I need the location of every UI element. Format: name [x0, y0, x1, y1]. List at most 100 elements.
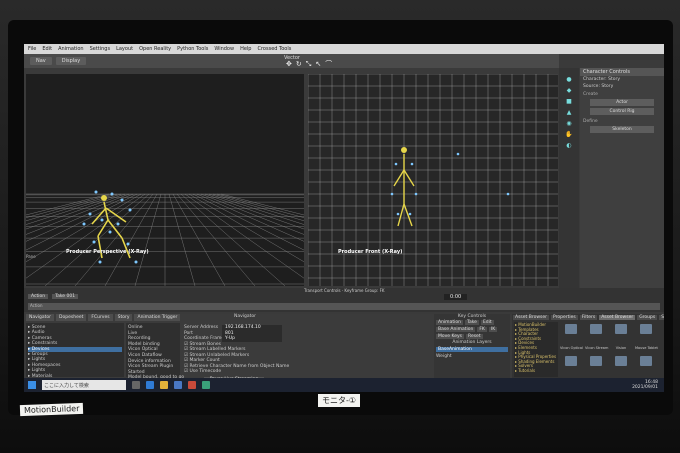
pose-icon[interactable]: ◆: [567, 87, 572, 94]
key-control-button[interactable]: Edit: [480, 320, 494, 325]
floor-grid-line: [44, 193, 150, 286]
motionbuilder-icon[interactable]: [202, 381, 210, 389]
skeleton-head: [401, 147, 407, 153]
key-control-button[interactable]: Reset: [466, 334, 483, 339]
floor-grid-line: [172, 193, 226, 286]
move-icon[interactable]: ✥: [286, 61, 292, 68]
resources-tab[interactable]: Asset Browser: [513, 315, 549, 320]
transport-title: Transport Controls · Keyframe Group: FK: [304, 288, 385, 293]
device-icon: [590, 324, 602, 334]
scale-icon[interactable]: ⤡: [306, 61, 312, 68]
prop-value-field[interactable]: Y-Up: [222, 336, 282, 342]
windows-start-icon[interactable]: [28, 381, 36, 389]
bottom-panels: Navigator Dopesheet FCurves Story Animation …: [24, 314, 664, 392]
menu-item-8[interactable]: Help: [240, 46, 251, 52]
resources-tab[interactable]: Asset Browser: [599, 315, 636, 320]
floor-grid-line: [134, 193, 162, 286]
key-control-button[interactable]: Base Animation: [436, 327, 476, 332]
floor-grid-line: [192, 193, 304, 251]
device-icon: [615, 324, 627, 334]
front-viewport[interactable]: Producer Front (X-Ray): [308, 74, 558, 286]
rotate-icon[interactable]: ↻: [296, 61, 302, 68]
windows-taskbar: ここに入力して検索 16:48 2021/09/01: [24, 378, 664, 392]
marker-point: [126, 242, 130, 246]
actor-button[interactable]: Actor: [590, 99, 654, 106]
source-row: Source: Story: [583, 84, 614, 89]
action-dropdown[interactable]: Action: [28, 294, 49, 299]
character-row: Character: Story: [583, 77, 620, 82]
rig-icon[interactable]: ◉: [566, 120, 571, 127]
timeline-slider[interactable]: Action: [28, 303, 660, 310]
hand-icon[interactable]: ✋: [565, 131, 572, 138]
asset-tile[interactable]: Vicon Stream: [585, 324, 609, 353]
menu-item-7[interactable]: Window: [214, 46, 234, 52]
sticker-monitor: モニタ-①: [318, 394, 361, 407]
stream-option-checkbox[interactable]: ☑ Use Timecode: [184, 369, 428, 375]
device-status-list: Online Live Recording Model binding Vicon Op…: [126, 323, 184, 380]
nav-button[interactable]: Nav: [30, 57, 52, 65]
front-label: Producer Front (X-Ray): [338, 249, 403, 255]
timecode-field[interactable]: 0:00: [444, 294, 468, 300]
asset-folder[interactable]: ▸ Tutorials: [515, 368, 557, 374]
key-control-button[interactable]: Animation: [436, 320, 463, 325]
character-icon[interactable]: ●: [566, 76, 571, 83]
asset-tile[interactable]: Vision: [610, 324, 632, 353]
create-section: Create: [583, 92, 598, 97]
display-button[interactable]: Display: [55, 57, 87, 65]
menu-item-9[interactable]: Crossed Tools: [257, 46, 291, 52]
arc-icon[interactable]: ⌒: [325, 61, 332, 68]
retarget-icon[interactable]: ▲: [567, 109, 572, 116]
marker-point: [506, 192, 510, 196]
task-view-icon[interactable]: [132, 381, 140, 389]
explorer-icon[interactable]: [160, 381, 168, 389]
control-rig-button[interactable]: Control Rig: [590, 108, 654, 115]
resources-panel: Asset Browser Properties Filters Asset Brow…: [512, 314, 664, 392]
skeleton-bone: [107, 219, 123, 239]
floor-grid-line: [74, 193, 154, 286]
character-value[interactable]: Story: [608, 77, 620, 82]
asset-tile[interactable]: Mouse Tablet: [635, 324, 658, 353]
take-dropdown[interactable]: Take 001: [52, 294, 79, 299]
perspective-viewport[interactable]: Producer Perspective (X-Ray): [26, 74, 304, 286]
key-control-button[interactable]: Take: [464, 320, 479, 325]
menu-item-0[interactable]: File: [28, 46, 36, 52]
skeleton-button[interactable]: Skeleton: [590, 126, 654, 133]
transport-controls: Transport Controls · Keyframe Group: FK …: [24, 288, 664, 312]
tab-3[interactable]: Story: [114, 314, 133, 321]
tab-0[interactable]: Navigator: [26, 314, 55, 321]
key-control-button[interactable]: IK: [488, 327, 498, 332]
source-value[interactable]: Story: [601, 84, 613, 89]
tab-2[interactable]: FCurves: [88, 314, 113, 321]
marker-point: [98, 260, 102, 264]
key-control-button[interactable]: Move Keys: [436, 334, 465, 339]
menu-item-5[interactable]: Open Reality: [139, 46, 171, 52]
resources-tab[interactable]: Groups: [637, 315, 658, 320]
navigator-tabs: Navigator Dopesheet FCurves Story Animation …: [26, 314, 181, 321]
asset-tile-label: Vicon Stream: [585, 346, 609, 350]
key-control-button[interactable]: FK: [477, 327, 487, 332]
tab-4[interactable]: Animation Trigger: [134, 314, 181, 321]
menu-item-6[interactable]: Python Tools: [177, 46, 208, 52]
foot-icon[interactable]: ◐: [566, 142, 571, 149]
menu-item-4[interactable]: Layout: [116, 46, 133, 52]
tab-1[interactable]: Dopesheet: [56, 314, 87, 321]
taskbar-search[interactable]: ここに入力して検索: [42, 380, 126, 390]
edge-icon[interactable]: [146, 381, 154, 389]
select-icon[interactable]: ↖: [315, 61, 321, 68]
asset-tile[interactable]: Vicon Optical: [560, 324, 583, 353]
resources-tab[interactable]: Sets: [659, 315, 664, 320]
mail-icon[interactable]: [188, 381, 196, 389]
resources-tab[interactable]: Filters: [579, 315, 598, 320]
character-controls-panel: Character Controls Character: Story Sour…: [580, 68, 664, 290]
floor-grid-line: [204, 193, 304, 230]
menu-item-1[interactable]: Edit: [42, 46, 52, 52]
store-icon[interactable]: [174, 381, 182, 389]
menu-item-2[interactable]: Animation: [58, 46, 84, 52]
marker-point: [88, 212, 92, 216]
menu-item-3[interactable]: Settings: [90, 46, 111, 52]
keying-icon[interactable]: ■: [566, 98, 572, 105]
floor-grid-line: [26, 193, 126, 230]
resources-tab[interactable]: Properties: [550, 315, 578, 320]
key-modes: Base Animation FK IK: [434, 326, 510, 333]
layer-row[interactable]: BaseAnimation: [436, 347, 508, 352]
